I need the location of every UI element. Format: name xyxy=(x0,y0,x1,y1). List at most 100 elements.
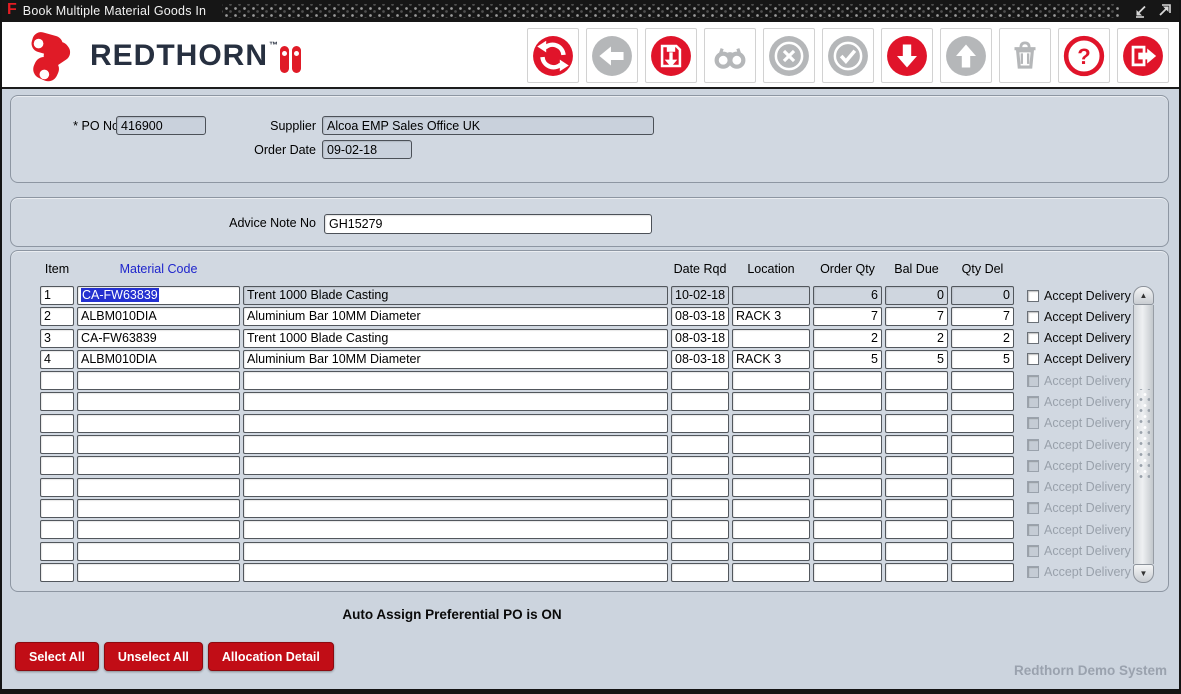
qty-del-cell[interactable] xyxy=(951,520,1014,539)
accept-delivery-checkbox[interactable] xyxy=(1027,417,1039,429)
accept-delivery-checkbox[interactable] xyxy=(1027,566,1039,578)
order-qty-cell[interactable]: 7 xyxy=(813,307,882,326)
advice-note-input[interactable] xyxy=(324,214,652,234)
accept-delivery-checkbox[interactable] xyxy=(1027,460,1039,472)
accept-delivery-checkbox[interactable] xyxy=(1027,375,1039,387)
item-cell[interactable] xyxy=(40,563,74,582)
item-cell[interactable] xyxy=(40,392,74,411)
material-code-cell[interactable] xyxy=(77,542,240,561)
accept-delivery-checkbox[interactable] xyxy=(1027,311,1039,323)
material-code-cell[interactable]: ALBM010DIA xyxy=(77,350,240,369)
material-code-cell[interactable]: CA-FW63839 xyxy=(77,286,240,305)
material-code-cell[interactable]: CA-FW63839 xyxy=(77,329,240,348)
upload-button[interactable] xyxy=(940,28,992,83)
location-cell[interactable] xyxy=(732,286,810,305)
date-rqd-cell[interactable] xyxy=(671,478,729,497)
bal-due-cell[interactable]: 7 xyxy=(885,307,948,326)
qty-del-cell[interactable] xyxy=(951,478,1014,497)
qty-del-cell[interactable] xyxy=(951,499,1014,518)
order-qty-cell[interactable]: 6 xyxy=(813,286,882,305)
location-cell[interactable] xyxy=(732,392,810,411)
description-cell[interactable]: Trent 1000 Blade Casting xyxy=(243,286,668,305)
date-rqd-cell[interactable]: 10-02-18 xyxy=(671,286,729,305)
accept-delivery-checkbox[interactable] xyxy=(1027,353,1039,365)
material-code-cell[interactable] xyxy=(77,499,240,518)
description-cell[interactable]: Trent 1000 Blade Casting xyxy=(243,329,668,348)
item-cell[interactable]: 3 xyxy=(40,329,74,348)
description-cell[interactable] xyxy=(243,520,668,539)
material-code-cell[interactable] xyxy=(77,520,240,539)
location-cell[interactable] xyxy=(732,478,810,497)
description-cell[interactable] xyxy=(243,563,668,582)
location-cell[interactable] xyxy=(732,414,810,433)
select-all-button[interactable]: Select All xyxy=(15,642,99,671)
order-qty-cell[interactable] xyxy=(813,392,882,411)
location-cell[interactable] xyxy=(732,542,810,561)
material-code-cell[interactable] xyxy=(77,392,240,411)
location-cell[interactable] xyxy=(732,435,810,454)
order-qty-cell[interactable] xyxy=(813,478,882,497)
date-rqd-cell[interactable]: 08-03-18 xyxy=(671,307,729,326)
order-qty-cell[interactable] xyxy=(813,414,882,433)
bal-due-cell[interactable] xyxy=(885,435,948,454)
bal-due-cell[interactable] xyxy=(885,520,948,539)
maximize-window-icon[interactable] xyxy=(1156,4,1171,19)
material-code-cell[interactable] xyxy=(77,563,240,582)
po-no-field[interactable] xyxy=(116,116,206,135)
download-button[interactable] xyxy=(881,28,933,83)
bal-due-cell[interactable] xyxy=(885,542,948,561)
item-cell[interactable] xyxy=(40,414,74,433)
location-cell[interactable] xyxy=(732,329,810,348)
scroll-up-button[interactable]: ▲ xyxy=(1133,286,1154,305)
scroll-thumb[interactable] xyxy=(1133,305,1154,564)
location-cell[interactable]: RACK 3 xyxy=(732,350,810,369)
date-rqd-cell[interactable] xyxy=(671,499,729,518)
bal-due-cell[interactable] xyxy=(885,563,948,582)
order-date-field[interactable] xyxy=(322,140,412,159)
bal-due-cell[interactable]: 5 xyxy=(885,350,948,369)
description-cell[interactable] xyxy=(243,456,668,475)
qty-del-cell[interactable] xyxy=(951,392,1014,411)
back-button[interactable] xyxy=(586,28,638,83)
description-cell[interactable] xyxy=(243,371,668,390)
item-cell[interactable] xyxy=(40,456,74,475)
bal-due-cell[interactable] xyxy=(885,392,948,411)
qty-del-cell[interactable]: 5 xyxy=(951,350,1014,369)
description-cell[interactable]: Aluminium Bar 10MM Diameter xyxy=(243,350,668,369)
accept-delivery-checkbox[interactable] xyxy=(1027,524,1039,536)
order-qty-cell[interactable]: 2 xyxy=(813,329,882,348)
approve-button[interactable] xyxy=(822,28,874,83)
accept-delivery-checkbox[interactable] xyxy=(1027,396,1039,408)
bal-due-cell[interactable] xyxy=(885,499,948,518)
cancel-button[interactable] xyxy=(763,28,815,83)
help-button[interactable]: ? xyxy=(1058,28,1110,83)
location-cell[interactable] xyxy=(732,456,810,475)
accept-delivery-checkbox[interactable] xyxy=(1027,502,1039,514)
qty-del-cell[interactable]: 2 xyxy=(951,329,1014,348)
qty-del-cell[interactable] xyxy=(951,435,1014,454)
qty-del-cell[interactable]: 0 xyxy=(951,286,1014,305)
order-qty-cell[interactable] xyxy=(813,563,882,582)
order-qty-cell[interactable] xyxy=(813,520,882,539)
accept-delivery-checkbox[interactable] xyxy=(1027,439,1039,451)
location-cell[interactable]: RACK 3 xyxy=(732,307,810,326)
description-cell[interactable] xyxy=(243,414,668,433)
material-code-cell[interactable] xyxy=(77,435,240,454)
date-rqd-cell[interactable] xyxy=(671,392,729,411)
location-cell[interactable] xyxy=(732,520,810,539)
item-cell[interactable] xyxy=(40,499,74,518)
description-cell[interactable] xyxy=(243,499,668,518)
item-cell[interactable]: 2 xyxy=(40,307,74,326)
date-rqd-cell[interactable]: 08-03-18 xyxy=(671,350,729,369)
header-material-code[interactable]: Material Code xyxy=(77,262,240,276)
qty-del-cell[interactable] xyxy=(951,371,1014,390)
date-rqd-cell[interactable] xyxy=(671,563,729,582)
exit-button[interactable] xyxy=(1117,28,1169,83)
delete-button[interactable] xyxy=(999,28,1051,83)
order-qty-cell[interactable] xyxy=(813,435,882,454)
unselect-all-button[interactable]: Unselect All xyxy=(104,642,203,671)
date-rqd-cell[interactable] xyxy=(671,435,729,454)
order-qty-cell[interactable]: 5 xyxy=(813,350,882,369)
item-cell[interactable] xyxy=(40,478,74,497)
date-rqd-cell[interactable] xyxy=(671,542,729,561)
